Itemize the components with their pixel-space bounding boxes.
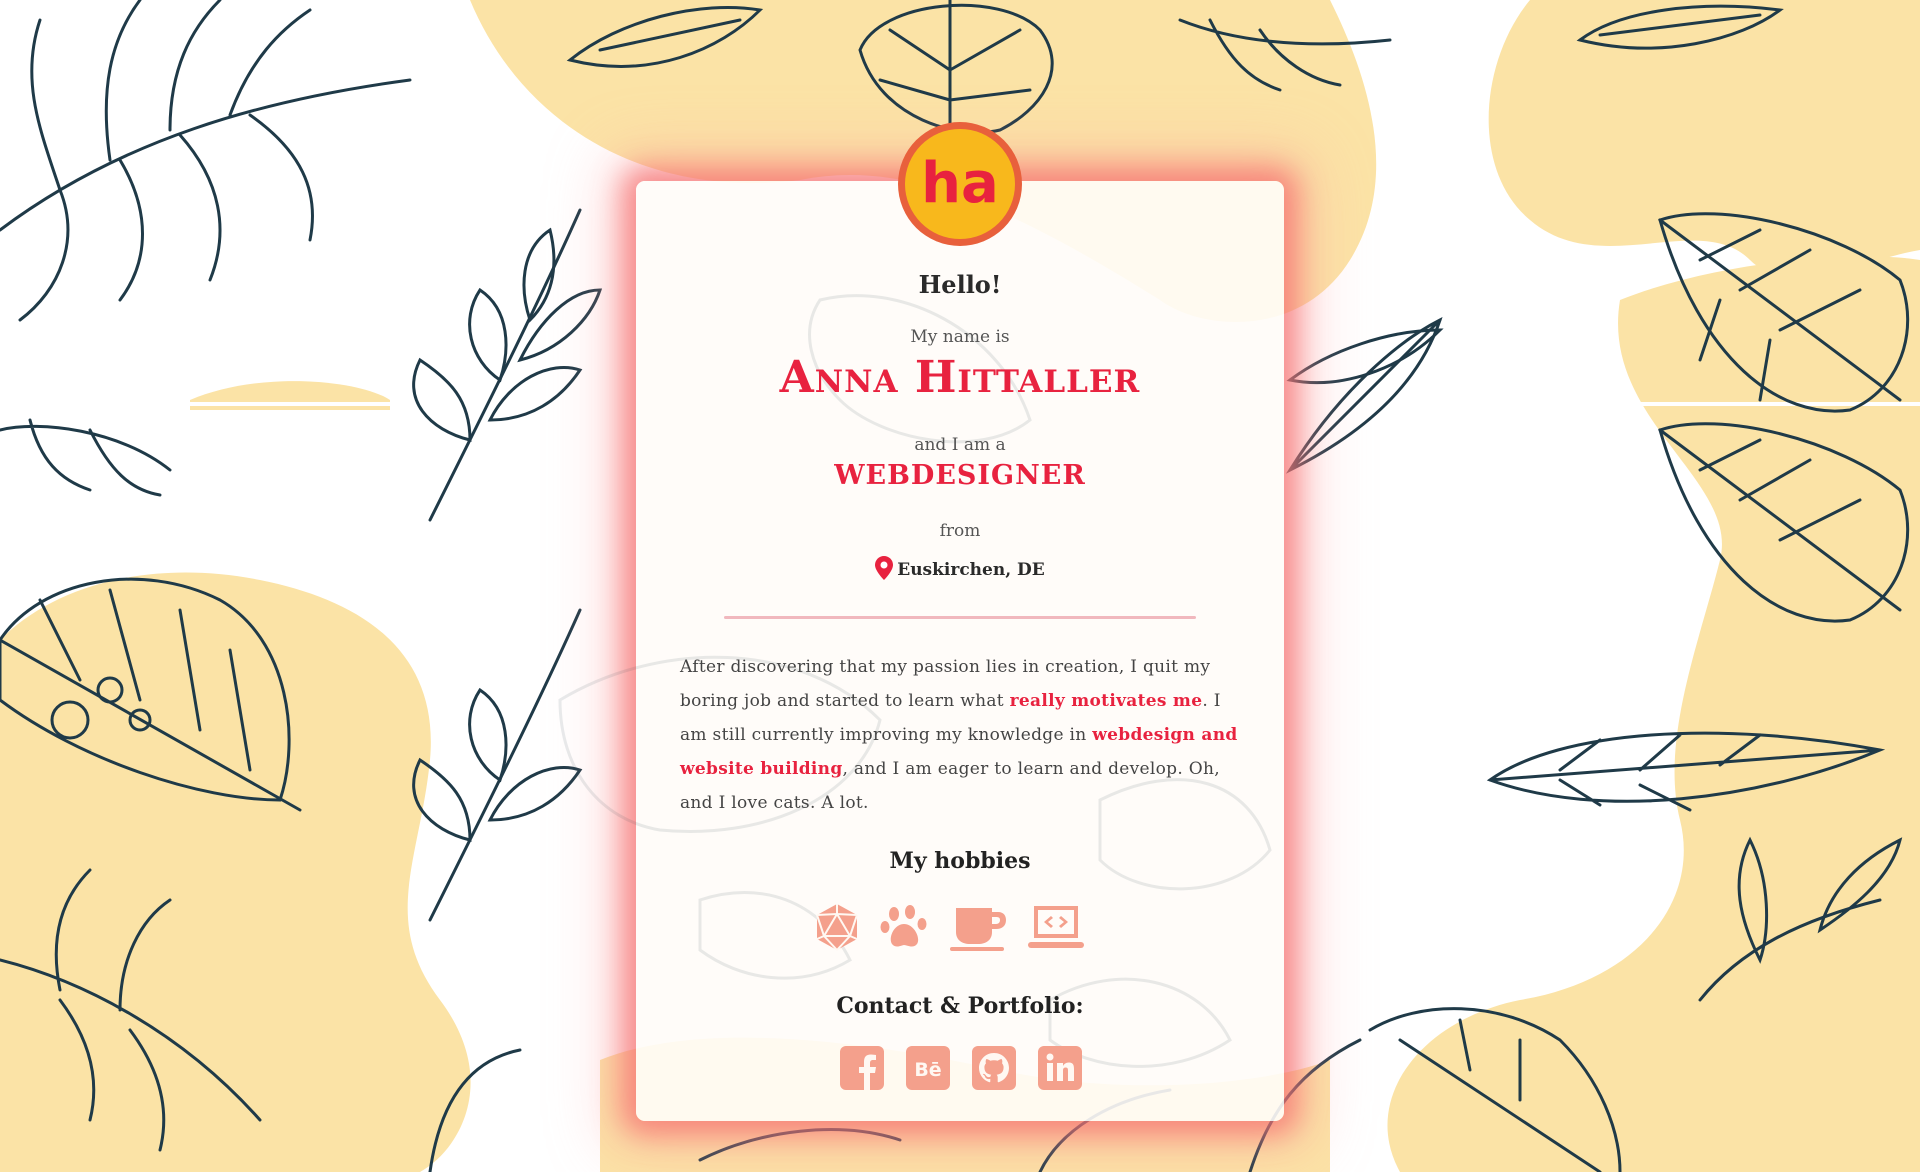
map-pin-icon [875, 556, 894, 580]
location-intro: from [939, 521, 981, 541]
location-text: Euskirchen, DE [897, 560, 1045, 580]
about-text: After discovering that my passion lies i… [680, 657, 1238, 813]
role-intro: and I am a [914, 435, 1006, 455]
hobbies-title: My hobbies [889, 848, 1031, 874]
logo-badge: ha [898, 122, 1022, 246]
full-name: Anna Hittaller [779, 352, 1141, 403]
highlight-motivates: really motivates me [1009, 691, 1203, 711]
d20-dice-icon [816, 904, 858, 951]
name-intro: My name is [910, 327, 1010, 347]
linkedin-icon[interactable] [1038, 1046, 1082, 1090]
greeting: Hello! [918, 270, 1002, 299]
github-icon[interactable] [972, 1046, 1016, 1090]
logo-text: ha [921, 151, 999, 216]
contact-list: Bē [840, 1046, 1082, 1090]
paw-icon [880, 905, 927, 947]
contact-title: Contact & Portfolio: [836, 993, 1084, 1019]
hobbies-list [812, 902, 1086, 952]
divider [724, 616, 1196, 619]
job-title: WEBDESIGNER [834, 460, 1086, 491]
svg-text:Bē: Bē [914, 1059, 941, 1081]
behance-icon[interactable]: Bē [906, 1046, 950, 1090]
facebook-icon[interactable] [840, 1046, 884, 1090]
location: Euskirchen, DE [636, 556, 1284, 580]
coffee-cup-icon [950, 908, 1006, 951]
laptop-code-icon [1028, 906, 1084, 948]
